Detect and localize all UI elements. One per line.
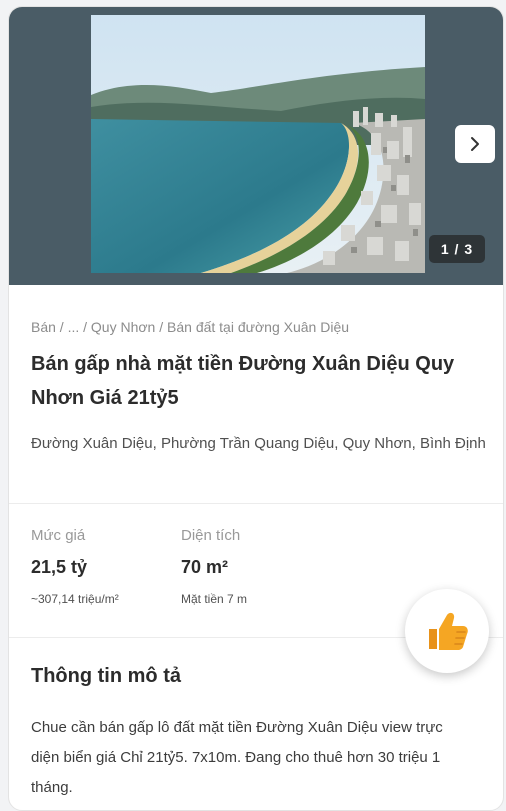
price-value: 21,5 tỷ [31,557,88,577]
listing-card: 1 / 3 Bán / ... / Quy Nhơn / Bán đất tại… [8,6,504,811]
listing-address: Đường Xuân Diệu, Phường Trần Quang Diệu,… [31,435,486,452]
beach-city-photo [91,15,425,273]
divider [9,503,503,504]
price-per-m2: ~307,14 triệu/m² [31,592,119,606]
breadcrumb[interactable]: Bán / ... / Quy Nhơn / Bán đất tại đường… [31,319,349,335]
frontage-value: Mặt tiền 7 m [181,592,248,606]
chevron-right-icon [471,137,479,151]
description-title: Thông tin mô tả [31,665,181,687]
thumbs-up-icon [429,612,468,650]
like-button[interactable] [405,589,489,673]
image-gallery[interactable]: 1 / 3 [9,7,503,285]
image-counter: 1 / 3 [429,235,485,263]
description-text: Chue cần bán gấp lô đất mặt tiền Đường X… [31,719,443,796]
price-label: Mức giá [31,527,86,544]
area-label: Diện tích [181,527,241,544]
price-block: Mức giá 21,5 tỷ ~307,14 triệu/m² [31,527,119,606]
listing-photo[interactable] [91,15,425,273]
area-block: Diện tích 70 m² Mặt tiền 7 m [181,527,247,606]
listing-title: Bán gấp nhà mặt tiền Đường Xuân Diệu Quy… [31,353,455,409]
area-value: 70 m² [181,557,229,577]
next-image-button[interactable] [455,125,495,163]
